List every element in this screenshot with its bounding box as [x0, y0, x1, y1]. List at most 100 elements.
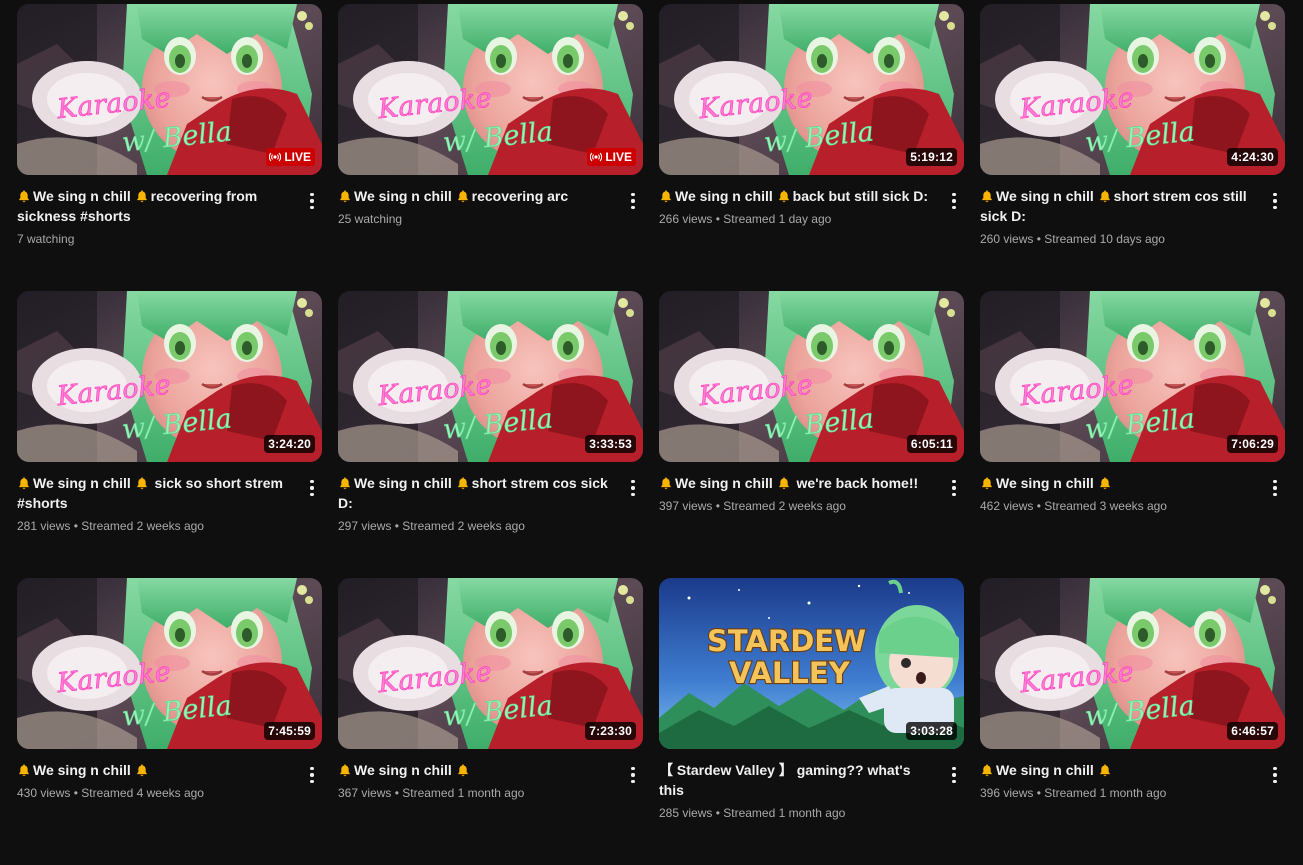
video-metadata: 397 views • Streamed 2 weeks ago [659, 499, 846, 513]
video-title-text: We sing n chill [996, 188, 1098, 204]
video-title-text: 【 Stardew Valley 】 gaming?? what's this [659, 762, 911, 798]
duration-badge: 3:33:53 [585, 435, 636, 453]
duration-badge: 4:24:30 [1227, 148, 1278, 166]
more-vertical-icon[interactable] [302, 189, 322, 213]
karaoke-thumbnail[interactable]: Karaoke w/ Bella LIVE [17, 4, 322, 175]
stardew-valley-thumbnail[interactable]: STARDEW VALLEY 3:03:28 [659, 578, 964, 749]
bell-icon [1099, 477, 1110, 490]
karaoke-thumbnail[interactable]: Karaoke w/ Bella 7:06:29 [980, 291, 1285, 462]
karaoke-thumbnail[interactable]: Karaoke w/ Bella 7:45:59 [17, 578, 322, 749]
more-vertical-icon[interactable] [302, 763, 322, 787]
video-metadata: 285 views • Streamed 1 month ago [659, 806, 846, 820]
video-details: We sing n chill short strem cos still si… [980, 175, 1285, 248]
video-title-text: We sing n chill [33, 762, 135, 778]
video-title[interactable]: We sing n chill sick so short strem #sho… [17, 473, 288, 513]
more-vertical-icon[interactable] [1265, 189, 1285, 213]
bell-icon [661, 190, 671, 203]
more-vertical-icon[interactable] [623, 476, 643, 500]
video-title-text: We sing n chill [996, 475, 1098, 491]
duration-badge: 3:24:20 [264, 435, 315, 453]
video-details: We sing n chill short strem cos sick D: 2… [338, 462, 643, 535]
karaoke-thumbnail[interactable]: Karaoke w/ Bella 4:24:30 [980, 4, 1285, 175]
karaoke-thumbnail[interactable]: Karaoke w/ Bella 6:46:57 [980, 578, 1285, 749]
video-title[interactable]: We sing n chill [17, 760, 288, 780]
karaoke-thumbnail[interactable]: Karaoke w/ Bella 3:24:20 [17, 291, 322, 462]
video-card[interactable]: Karaoke w/ Bella 4:24:30 We sing n chill sh… [980, 4, 1285, 291]
video-metadata: 260 views • Streamed 10 days ago [980, 232, 1165, 246]
video-title[interactable]: 【 Stardew Valley 】 gaming?? what's this [659, 760, 930, 800]
video-title[interactable]: We sing n chill recovering from sickness… [17, 186, 288, 226]
video-card[interactable]: Karaoke w/ Bella 6:05:11 We sing n chill we… [659, 291, 964, 578]
karaoke-thumbnail[interactable]: Karaoke w/ Bella 3:33:53 [338, 291, 643, 462]
video-card[interactable]: Karaoke w/ Bella 7:06:29 We sing n chill 46… [980, 291, 1285, 578]
video-card[interactable]: Karaoke w/ Bella 7:23:30 We sing n chill 36… [338, 578, 643, 865]
video-details: We sing n chill 462 views • Streamed 3 w… [980, 462, 1285, 515]
video-metadata: 430 views • Streamed 4 weeks ago [17, 786, 204, 800]
karaoke-thumbnail[interactable]: Karaoke w/ Bella 6:05:11 [659, 291, 964, 462]
video-title[interactable]: We sing n chill back but still sick D: [659, 186, 930, 206]
stardew-logo-line2: VALLEY [729, 656, 851, 690]
video-title-text: We sing n chill [996, 762, 1098, 778]
video-metadata: 25 watching [338, 212, 403, 226]
video-card[interactable]: Karaoke w/ Bella 6:46:57 We sing n chill 39… [980, 578, 1285, 865]
live-broadcast-icon [269, 152, 282, 162]
live-badge: LIVE [266, 148, 315, 166]
video-card[interactable]: STARDEW VALLEY 3:03:28 【 Stardew Valley 】 g… [659, 578, 964, 865]
more-vertical-icon[interactable] [1265, 476, 1285, 500]
video-metadata: 396 views • Streamed 1 month ago [980, 786, 1167, 800]
video-title-text: We sing n chill [354, 475, 456, 491]
video-details: We sing n chill sick so short strem #sho… [17, 462, 322, 535]
karaoke-thumbnail[interactable]: Karaoke w/ Bella 5:19:12 [659, 4, 964, 175]
video-title-text: We sing n chill [675, 188, 777, 204]
karaoke-thumbnail[interactable]: Karaoke w/ Bella 7:23:30 [338, 578, 643, 749]
bell-icon [982, 477, 992, 490]
video-card[interactable]: Karaoke w/ Bella LIVE We sing n chill recov… [17, 4, 322, 291]
video-grid: Karaoke w/ Bella LIVE We sing n chill recov… [17, 4, 1285, 865]
more-vertical-icon[interactable] [302, 476, 322, 500]
video-title-text: We sing n chill [33, 475, 135, 491]
bell-icon [136, 477, 147, 490]
video-title[interactable]: We sing n chill recovering arc [338, 186, 609, 206]
video-metadata: 281 views • Streamed 2 weeks ago [17, 519, 204, 533]
video-title[interactable]: We sing n chill short strem cos sick D: [338, 473, 609, 513]
video-title[interactable]: We sing n chill [980, 473, 1251, 493]
video-title[interactable]: We sing n chill [338, 760, 609, 780]
stardew-logo-line1: STARDEW [707, 624, 866, 658]
duration-badge: 7:45:59 [264, 722, 315, 740]
video-details: We sing n chill we're back home!! 397 vie… [659, 462, 964, 515]
live-badge-label: LIVE [605, 150, 632, 164]
video-title-text: We sing n chill [354, 762, 456, 778]
video-card[interactable]: Karaoke w/ Bella 3:33:53 We sing n chill sh… [338, 291, 643, 578]
more-vertical-icon[interactable] [944, 763, 964, 787]
video-metadata: 266 views • Streamed 1 day ago [659, 212, 832, 226]
bell-icon [457, 764, 468, 777]
bell-icon [340, 190, 350, 203]
video-metadata: 462 views • Streamed 3 weeks ago [980, 499, 1167, 513]
bell-icon [19, 477, 29, 490]
video-title[interactable]: We sing n chill short strem cos still si… [980, 186, 1251, 226]
video-card[interactable]: Karaoke w/ Bella 7:45:59 We sing n chill 43… [17, 578, 322, 865]
video-title-suffix: recovering arc [471, 188, 569, 204]
bell-icon [340, 477, 350, 490]
more-vertical-icon[interactable] [623, 189, 643, 213]
more-vertical-icon[interactable] [944, 476, 964, 500]
karaoke-thumbnail[interactable]: Karaoke w/ Bella LIVE [338, 4, 643, 175]
more-vertical-icon[interactable] [1265, 763, 1285, 787]
more-vertical-icon[interactable] [623, 763, 643, 787]
live-badge-label: LIVE [284, 150, 311, 164]
bell-icon [457, 190, 468, 203]
more-vertical-icon[interactable] [944, 189, 964, 213]
video-metadata: 7 watching [17, 232, 75, 246]
bell-icon [661, 477, 671, 490]
video-title-text: We sing n chill [33, 188, 135, 204]
video-title[interactable]: We sing n chill we're back home!! [659, 473, 930, 493]
video-card[interactable]: Karaoke w/ Bella 5:19:12 We sing n chill ba… [659, 4, 964, 291]
video-details: We sing n chill 396 views • Streamed 1 m… [980, 749, 1285, 802]
duration-badge: 7:06:29 [1227, 435, 1278, 453]
video-details: We sing n chill 430 views • Streamed 4 w… [17, 749, 322, 802]
bell-icon [19, 190, 29, 203]
video-card[interactable]: Karaoke w/ Bella LIVE We sing n chill recov… [338, 4, 643, 291]
video-title[interactable]: We sing n chill [980, 760, 1251, 780]
bell-icon [1099, 190, 1110, 203]
video-card[interactable]: Karaoke w/ Bella 3:24:20 We sing n chill si… [17, 291, 322, 578]
